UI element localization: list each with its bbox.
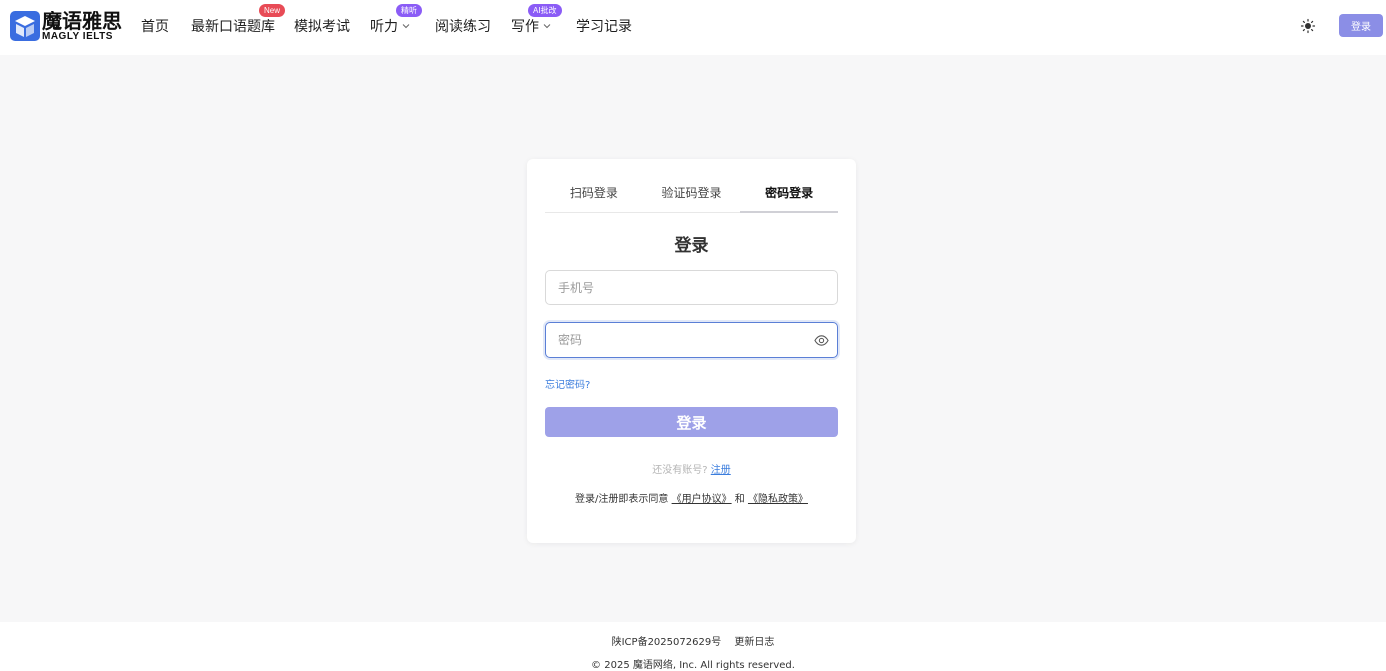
privacy-policy-link[interactable]: 《隐私政策》 [748,494,808,505]
badge-ai-review: AI批改 [528,4,562,17]
tab-qr-login[interactable]: 扫码登录 [545,177,643,212]
eye-icon[interactable] [814,333,829,348]
nav-item-label: 最新口语题库 [191,19,275,35]
password-field [545,322,838,358]
nav-item-listening[interactable]: 听力 [370,16,411,36]
register-link[interactable]: 注册 [711,465,731,476]
copyright-text: © 2025 魔语网络, Inc. All rights reserved. [591,660,795,671]
phone-input[interactable] [545,270,838,305]
password-input[interactable] [545,322,838,358]
nav-item-mock-exam[interactable]: 模拟考试 [294,16,350,36]
nav-item-label: 模拟考试 [294,19,350,35]
header-login-button[interactable]: 登录 [1339,14,1383,37]
page-footer: 陕ICP备2025072629号 更新日志 © 2025 魔语网络, Inc. … [0,622,1386,671]
login-submit-button[interactable]: 登录 [545,407,838,437]
nav-item-label: 学习记录 [576,19,632,35]
nav-item-label: 听力 [370,19,398,35]
nav-item-reading[interactable]: 阅读练习 [435,16,491,36]
forgot-password-link[interactable]: 忘记密码? [545,376,590,391]
icp-link[interactable]: 陕ICP备2025072629号 [612,637,722,648]
brand-name-cn: 魔语雅思 [42,10,122,33]
tab-password-login[interactable]: 密码登录 [740,177,838,213]
user-agreement-link[interactable]: 《用户协议》 [672,494,732,505]
sun-icon[interactable] [1300,18,1316,34]
agree-prefix: 登录/注册即表示同意 [575,494,669,505]
brand-text: 魔语雅思 MAGLY IELTS [42,11,126,42]
brand-name-en: MAGLY IELTS [42,30,113,42]
register-prompt: 还没有账号? 注册 [527,461,856,476]
nav-item-home[interactable]: 首页 [141,16,169,36]
nav-item-label: 首页 [141,19,169,35]
nav-item-writing[interactable]: 写作 [511,16,552,36]
badge-new: New [259,4,286,17]
no-account-text: 还没有账号? [652,465,708,476]
agreement-line: 登录/注册即表示同意 《用户协议》 和 《隐私政策》 [527,490,856,505]
nav-item-label: 阅读练习 [435,19,491,35]
badge-intensive: 精听 [396,4,422,17]
login-card: 扫码登录 验证码登录 密码登录 登录 忘记密码? 登录 还没有账号? 注册 登录… [527,159,856,543]
login-tabs: 扫码登录 验证码登录 密码登录 [545,177,838,213]
brand-logo[interactable]: 魔语雅思 MAGLY IELTS [10,10,126,42]
tab-code-login[interactable]: 验证码登录 [643,177,741,212]
chevron-down-icon [543,24,551,29]
logo-mark-icon [10,11,40,41]
chevron-down-icon [402,24,410,29]
nav-item-study-record[interactable]: 学习记录 [576,16,632,36]
and-text: 和 [734,494,745,505]
top-header: 魔语雅思 MAGLY IELTS 首页 最新口语题库 New 模拟考试 听力 精… [0,0,1386,55]
changelog-link[interactable]: 更新日志 [734,637,774,648]
nav-item-speaking-bank[interactable]: 最新口语题库 [191,16,275,36]
nav-item-label: 写作 [511,19,539,35]
login-title: 登录 [674,236,709,256]
footer-links: 陕ICP备2025072629号 更新日志 [0,633,1386,648]
